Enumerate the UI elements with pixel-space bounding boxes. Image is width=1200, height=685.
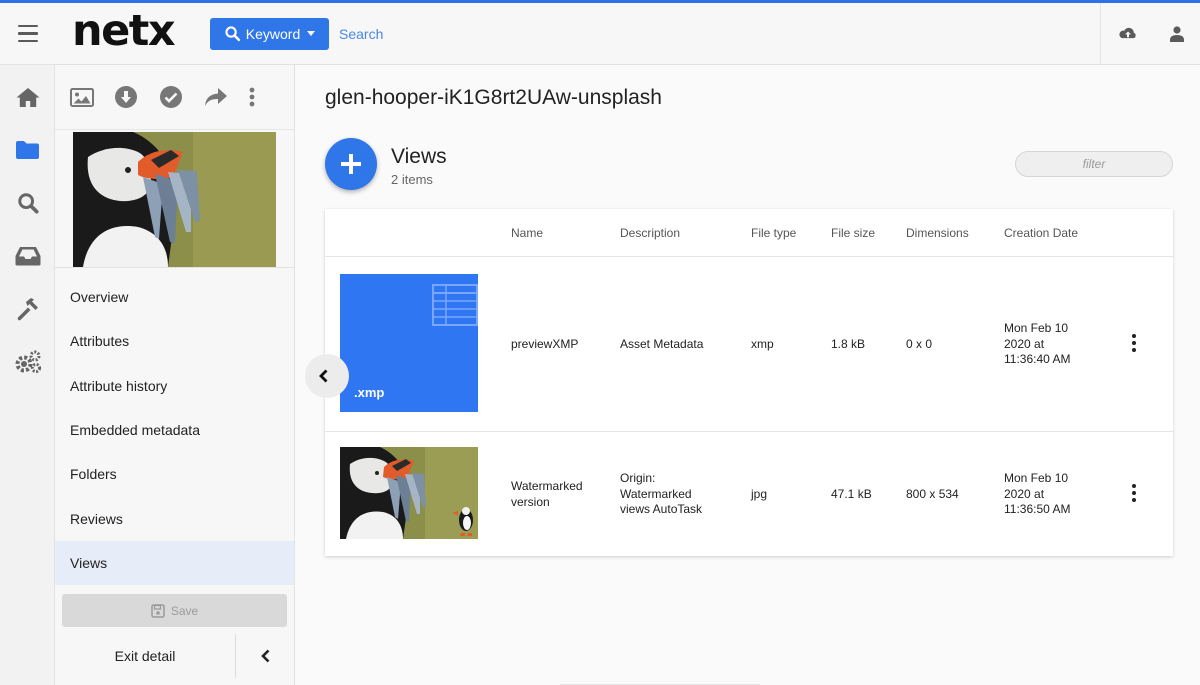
- view-file-size: 47.1 kB: [831, 487, 872, 501]
- table-row[interactable]: Watermarked version Origin: Watermarked …: [325, 432, 1173, 556]
- chevron-left-icon: [319, 369, 328, 383]
- view-file-type: jpg: [751, 487, 768, 501]
- top-right-actions: [1100, 3, 1200, 65]
- view-file-size: 1.8 kB: [831, 337, 866, 351]
- more-vertical-icon: [1132, 484, 1136, 488]
- section-title: Views: [391, 145, 447, 168]
- view-thumbnail-xmp[interactable]: .xmp: [340, 274, 478, 412]
- asset-thumbnail[interactable]: [73, 132, 276, 267]
- home-icon: [16, 87, 39, 107]
- download-button[interactable]: [114, 77, 160, 117]
- table-header: Name Description File type File size Dim…: [325, 209, 1173, 257]
- account-button[interactable]: [1154, 3, 1200, 65]
- nav-attribute-history[interactable]: Attribute history: [55, 364, 294, 408]
- search-icon: [225, 26, 240, 42]
- folder-icon: [16, 140, 39, 159]
- hammer-icon: [17, 297, 38, 320]
- view-dimensions: 0 x 0: [906, 337, 933, 351]
- save-button[interactable]: Save: [62, 594, 287, 627]
- rail-folders[interactable]: [0, 123, 55, 176]
- watermarked-thumbnail: [340, 447, 478, 539]
- search-input[interactable]: [339, 25, 839, 42]
- nav-attributes[interactable]: Attributes: [55, 319, 294, 363]
- save-icon: [151, 603, 165, 618]
- image-icon: [70, 87, 94, 107]
- upload-button[interactable]: [1100, 3, 1154, 65]
- plus-icon: [341, 154, 361, 174]
- col-file-size[interactable]: File size: [831, 226, 875, 240]
- app-logo[interactable]: netx: [72, 6, 196, 56]
- rail-tools[interactable]: [0, 282, 55, 335]
- view-description: Origin: Watermarked views AutoTask: [620, 471, 703, 516]
- add-view-button[interactable]: [325, 138, 377, 190]
- col-dimensions[interactable]: Dimensions: [906, 226, 969, 240]
- view-creation-date: Mon Feb 10 2020 at 11:36:50 AM: [1004, 471, 1071, 516]
- exit-detail-button[interactable]: Exit detail: [55, 634, 235, 678]
- more-vertical-icon: [249, 87, 255, 107]
- exit-row: Exit detail: [55, 634, 295, 685]
- more-actions-button[interactable]: [249, 77, 294, 117]
- view-thumbnail-image[interactable]: [340, 447, 478, 539]
- gears-icon: [15, 350, 41, 373]
- menu-button[interactable]: [0, 3, 56, 65]
- top-bar: netx Keyword: [0, 3, 1200, 65]
- inbox-icon: [15, 246, 40, 265]
- upload-cloud-icon: [1118, 27, 1136, 39]
- row-menu-button[interactable]: [1124, 331, 1144, 355]
- more-vertical-icon: [1132, 334, 1136, 338]
- rail-inbox[interactable]: [0, 229, 55, 282]
- rail-search[interactable]: [0, 176, 55, 229]
- search-mode-button[interactable]: Keyword: [210, 17, 329, 50]
- col-file-type[interactable]: File type: [751, 226, 796, 240]
- search-mode-label: Keyword: [245, 25, 301, 42]
- asset-title: glen-hooper-iK1G8rt2UAw-unsplash: [325, 86, 662, 109]
- save-label: Save: [170, 603, 199, 618]
- nav-reviews[interactable]: Reviews: [55, 496, 294, 540]
- rail-home[interactable]: [0, 70, 55, 123]
- view-description: Asset Metadata: [620, 337, 704, 351]
- view-creation-date: Mon Feb 10 2020 at 11:36:40 AM: [1004, 321, 1071, 366]
- filter-input[interactable]: [1015, 151, 1173, 177]
- item-count: 2 items: [391, 172, 433, 187]
- asset-toolbar: [55, 65, 294, 130]
- col-description[interactable]: Description: [620, 226, 680, 240]
- nav-folders[interactable]: Folders: [55, 452, 294, 496]
- table-row[interactable]: .xmp previewXMP Asset Metadata xmp 1.8 k…: [325, 258, 1173, 432]
- asset-thumbnail-area: [55, 130, 294, 268]
- main-content: glen-hooper-iK1G8rt2UAw-unsplash Views 2…: [296, 65, 1200, 685]
- col-name[interactable]: Name: [511, 226, 543, 240]
- hamburger-icon: [18, 22, 38, 45]
- asset-detail-panel: Overview Attributes Attribute history Em…: [55, 65, 295, 685]
- view-name: Watermarked version: [511, 479, 583, 509]
- share-button[interactable]: [204, 77, 249, 117]
- file-extension-label: .xmp: [354, 385, 385, 400]
- spreadsheet-icon: [432, 284, 478, 326]
- view-dimensions: 800 x 534: [906, 487, 959, 501]
- nav-rail: [0, 65, 55, 685]
- detail-nav: Overview Attributes Attribute history Em…: [55, 275, 294, 586]
- view-name: previewXMP: [511, 337, 579, 351]
- rail-settings[interactable]: [0, 335, 55, 388]
- previous-button[interactable]: [305, 354, 349, 398]
- nav-embedded-metadata[interactable]: Embedded metadata: [55, 408, 294, 452]
- caret-down-icon: [307, 31, 316, 36]
- nav-overview[interactable]: Overview: [55, 275, 294, 319]
- row-menu-button[interactable]: [1124, 481, 1144, 505]
- nav-views[interactable]: Views: [55, 540, 294, 586]
- collapse-panel-button[interactable]: [235, 634, 294, 678]
- preview-button[interactable]: [70, 77, 115, 117]
- approve-button[interactable]: [159, 77, 205, 117]
- view-file-type: xmp: [751, 337, 774, 351]
- col-creation-date[interactable]: Creation Date: [1004, 226, 1078, 240]
- share-icon: [205, 88, 228, 106]
- views-table: Name Description File type File size Dim…: [325, 209, 1173, 556]
- chevron-left-icon: [260, 649, 269, 663]
- search-icon: [17, 192, 39, 214]
- user-icon: [1170, 26, 1184, 42]
- download-icon: [114, 86, 137, 108]
- check-circle-icon: [159, 86, 182, 108]
